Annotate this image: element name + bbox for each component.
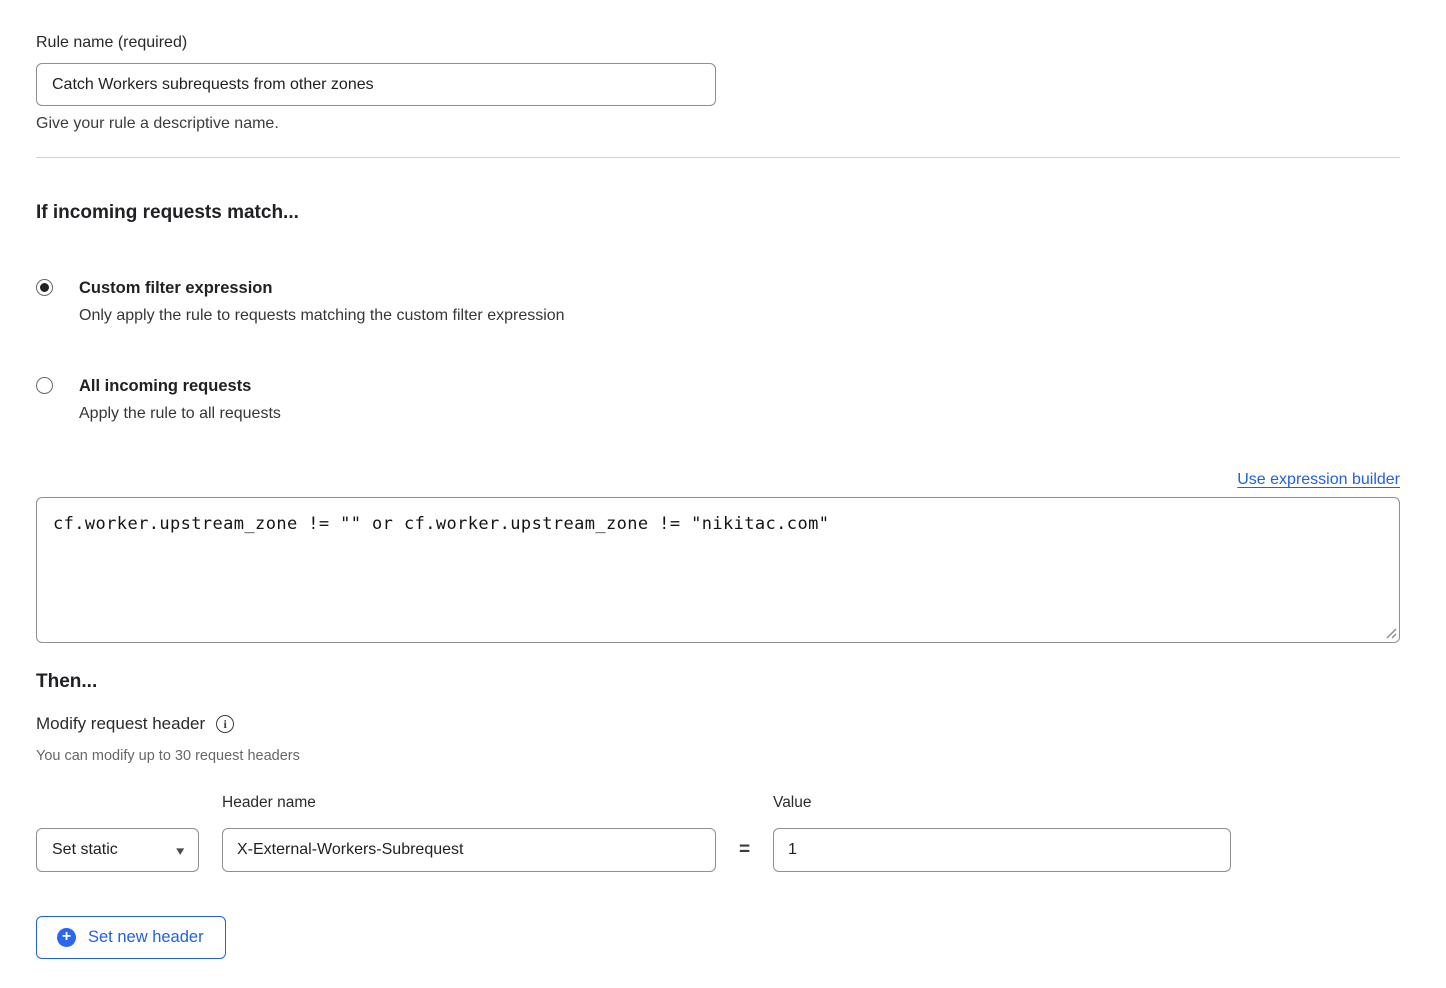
radio-button-selected-icon[interactable] xyxy=(36,279,53,296)
radio-option-all-requests[interactable]: All incoming requests Apply the rule to … xyxy=(36,375,1400,425)
modify-header-help: You can modify up to 30 request headers xyxy=(36,747,1400,765)
equals-sign: = xyxy=(716,839,773,861)
operation-select-value: Set static xyxy=(52,841,118,859)
radio-option-custom-filter[interactable]: Custom filter expression Only apply the … xyxy=(36,277,1400,327)
modify-request-header-label: Modify request header xyxy=(36,713,205,735)
header-row-controls: Set static ▾ = xyxy=(36,828,1400,872)
header-row-labels: Header name Value xyxy=(36,793,1400,813)
rule-name-help: Give your rule a descriptive name. xyxy=(36,114,1400,134)
value-label: Value xyxy=(773,793,1231,813)
use-expression-builder-link[interactable]: Use expression builder xyxy=(1237,471,1400,488)
chevron-down-icon: ▾ xyxy=(177,844,185,857)
header-name-label: Header name xyxy=(222,793,716,813)
header-name-input[interactable] xyxy=(222,828,716,872)
resize-handle-icon[interactable] xyxy=(1384,626,1397,639)
radio-dot xyxy=(40,381,49,390)
match-section-heading: If incoming requests match... xyxy=(36,202,1400,224)
header-value-input[interactable] xyxy=(773,828,1231,872)
expression-editor: cf.worker.upstream_zone != "" or cf.work… xyxy=(36,497,1400,643)
action-row: Modify request header i xyxy=(36,713,1400,735)
then-section-heading: Then... xyxy=(36,671,1400,693)
plus-icon: + xyxy=(57,928,76,947)
custom-filter-label: Custom filter expression xyxy=(79,277,565,299)
rule-name-input[interactable] xyxy=(36,63,716,106)
radio-option-texts: All incoming requests Apply the rule to … xyxy=(79,375,281,425)
set-new-header-button[interactable]: + Set new header xyxy=(36,916,226,959)
operation-select[interactable]: Set static ▾ xyxy=(36,828,199,872)
expression-builder-row: Use expression builder xyxy=(36,469,1400,491)
radio-option-texts: Custom filter expression Only apply the … xyxy=(79,277,565,327)
rule-name-field: Rule name (required) Give your rule a de… xyxy=(36,33,1400,134)
rule-name-label: Rule name (required) xyxy=(36,33,1400,53)
all-requests-description: Apply the rule to all requests xyxy=(79,403,281,425)
info-icon[interactable]: i xyxy=(216,715,234,733)
set-new-header-label: Set new header xyxy=(88,928,204,947)
rule-editor-form: Rule name (required) Give your rule a de… xyxy=(36,0,1400,959)
section-divider xyxy=(36,157,1400,158)
filter-expression-textarea[interactable]: cf.worker.upstream_zone != "" or cf.work… xyxy=(36,497,1400,643)
radio-dot xyxy=(40,283,49,292)
radio-button-unselected-icon[interactable] xyxy=(36,377,53,394)
all-requests-label: All incoming requests xyxy=(79,375,281,397)
custom-filter-description: Only apply the rule to requests matching… xyxy=(79,305,565,327)
